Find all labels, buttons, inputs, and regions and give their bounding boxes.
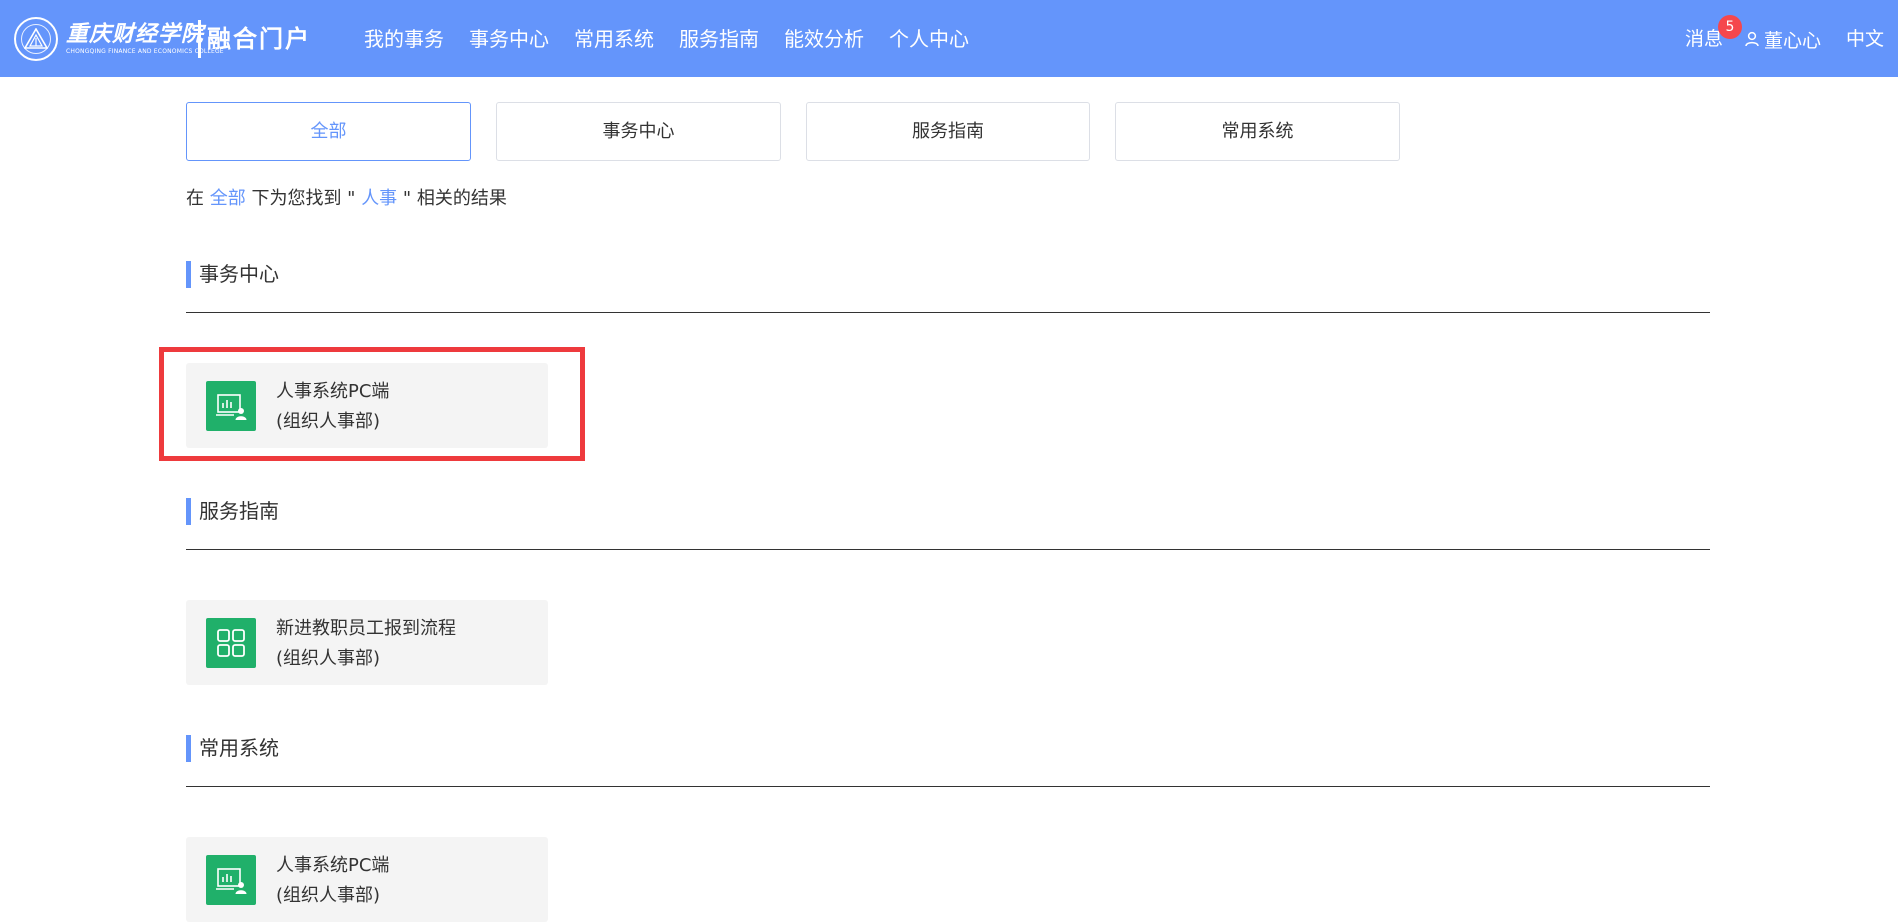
card-department: (组织人事部) [276,648,381,669]
tab-service-guide[interactable]: 服务指南 [806,102,1090,161]
chart-person-icon [206,855,256,905]
tab-common-systems[interactable]: 常用系统 [1115,102,1400,161]
college-seal-icon [14,17,58,61]
language-switch[interactable]: 中文 [1846,20,1884,58]
result-card-hr-system[interactable]: 人事系统PC端 (组织人事部) [186,363,548,448]
card-department: (组织人事部) [276,885,381,906]
nav-my-affairs[interactable]: 我的事务 [364,20,444,58]
top-header: 重庆财经学院 CHONGQING FINANCE AND ECONOMICS C… [0,0,1898,77]
nav-personal-center[interactable]: 个人中心 [889,20,969,58]
card-title: 人事系统PC端 [276,381,390,402]
tab-all[interactable]: 全部 [186,102,471,161]
card-department: (组织人事部) [276,411,381,432]
summary-keyword: 人事 [361,188,398,209]
summary-middle: 下为您找到 " [245,188,362,209]
nav-service-guide[interactable]: 服务指南 [679,20,759,58]
user-name: 董心心 [1764,29,1822,52]
college-logo[interactable]: 重庆财经学院 CHONGQING FINANCE AND ECONOMICS C… [14,16,224,62]
section-title-service-guide: 服务指南 [186,498,279,525]
section-title-common-systems: 常用系统 [186,735,279,762]
messages-count-badge: 5 [1718,15,1742,39]
card-title: 新进教职员工报到流程 [276,618,456,639]
summary-suffix: " 相关的结果 [397,188,507,209]
card-title: 人事系统PC端 [276,855,390,876]
main-nav: 我的事务 事务中心 常用系统 服务指南 能效分析 个人中心 [364,20,994,58]
result-card-onboarding-process[interactable]: 新进教职员工报到流程 (组织人事部) [186,600,548,685]
user-icon [1745,31,1759,47]
summary-prefix: 在 [186,188,210,209]
portal-title: 融合门户 [198,20,311,58]
tab-affairs-center[interactable]: 事务中心 [496,102,781,161]
section-title-affairs-center: 事务中心 [186,261,279,288]
nav-affairs-center[interactable]: 事务中心 [469,20,549,58]
user-menu[interactable]: 董心心 [1744,20,1821,58]
search-result-summary: 在 全部 下为您找到 " 人事 " 相关的结果 [186,185,507,213]
summary-scope: 全部 [209,188,246,209]
nav-efficiency-analysis[interactable]: 能效分析 [784,20,864,58]
chart-person-icon [206,381,256,431]
section-divider [186,312,1710,313]
nav-common-systems[interactable]: 常用系统 [574,20,654,58]
result-card-hr-system[interactable]: 人事系统PC端 (组织人事部) [186,837,548,922]
section-divider [186,549,1710,550]
section-divider [186,786,1710,787]
grid-icon [206,618,256,668]
